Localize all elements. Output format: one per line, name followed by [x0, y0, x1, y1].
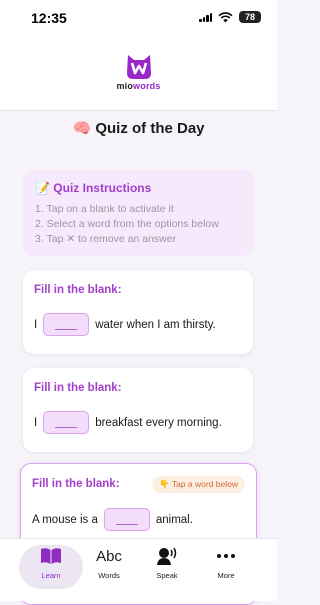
brand-suffix: words	[133, 81, 161, 91]
question-sentence: A mouse is a animal.	[32, 508, 193, 531]
sentence-end: breakfast every morning.	[95, 416, 222, 429]
page-title: 🧠 Quiz of the Day	[72, 120, 205, 137]
book-icon	[41, 548, 61, 564]
tab-more[interactable]: More	[194, 545, 258, 589]
question-card-1: Fill in the blank: I water when I am thi…	[23, 270, 253, 354]
sentence-start: I	[34, 416, 38, 429]
question-label: Fill in the blank:	[34, 284, 122, 296]
question-label: Fill in the blank:	[34, 382, 122, 394]
abc-icon: Abc	[96, 547, 122, 565]
instructions-title: 📝 Quiz Instructions	[35, 181, 152, 195]
answer-blank[interactable]	[103, 508, 150, 531]
bottom-tab-bar: Learn Abc Words Speak More	[0, 538, 277, 601]
tab-label: More	[217, 571, 235, 580]
tab-learn[interactable]: Learn	[19, 545, 83, 589]
tab-label: Words	[98, 571, 120, 580]
question-sentence: I water when I am thirsty.	[34, 313, 216, 336]
sentence-end: water when I am thirsty.	[95, 318, 216, 331]
brand-wordmark: miowords	[0, 81, 277, 91]
sentence-start: A mouse is a	[32, 513, 98, 526]
ellipsis-icon	[217, 554, 235, 558]
sentence-start: I	[34, 318, 38, 331]
cellular-signal-icon	[199, 12, 212, 22]
status-icons: 78	[199, 11, 261, 23]
wifi-icon	[218, 11, 233, 23]
tab-words[interactable]: Abc Words	[77, 545, 141, 589]
instruction-step: 1. Tap on a blank to activate it	[35, 203, 174, 215]
tap-word-hint: 👇 Tap a word below	[152, 476, 245, 493]
tab-speak[interactable]: Speak	[135, 545, 199, 589]
quiz-instructions: 📝 Quiz Instructions 1. Tap on a blank to…	[23, 170, 253, 256]
answer-blank[interactable]	[43, 313, 90, 336]
status-bar: 12:35 78	[0, 0, 277, 38]
instruction-step: 2. Select a word from the options below	[35, 218, 219, 230]
battery-indicator: 78	[239, 11, 261, 23]
question-label: Fill in the blank:	[32, 478, 120, 490]
speaking-head-icon	[157, 547, 177, 565]
instruction-step: 3. Tap ✕ to remove an answer	[35, 233, 177, 245]
answer-blank[interactable]	[43, 411, 90, 434]
question-sentence: I breakfast every morning.	[34, 411, 222, 434]
tab-label: Learn	[41, 571, 61, 580]
tab-label: Speak	[156, 571, 178, 580]
question-card-2: Fill in the blank: I breakfast every mor…	[23, 368, 253, 452]
brand-prefix: mio	[116, 81, 134, 91]
status-time: 12:35	[31, 10, 67, 26]
miowords-logo-icon	[127, 55, 151, 79]
instructions-list: 1. Tap on a blank to activate it 2. Sele…	[35, 202, 219, 247]
app-header: miowords	[0, 38, 277, 111]
sentence-end: animal.	[155, 513, 193, 526]
